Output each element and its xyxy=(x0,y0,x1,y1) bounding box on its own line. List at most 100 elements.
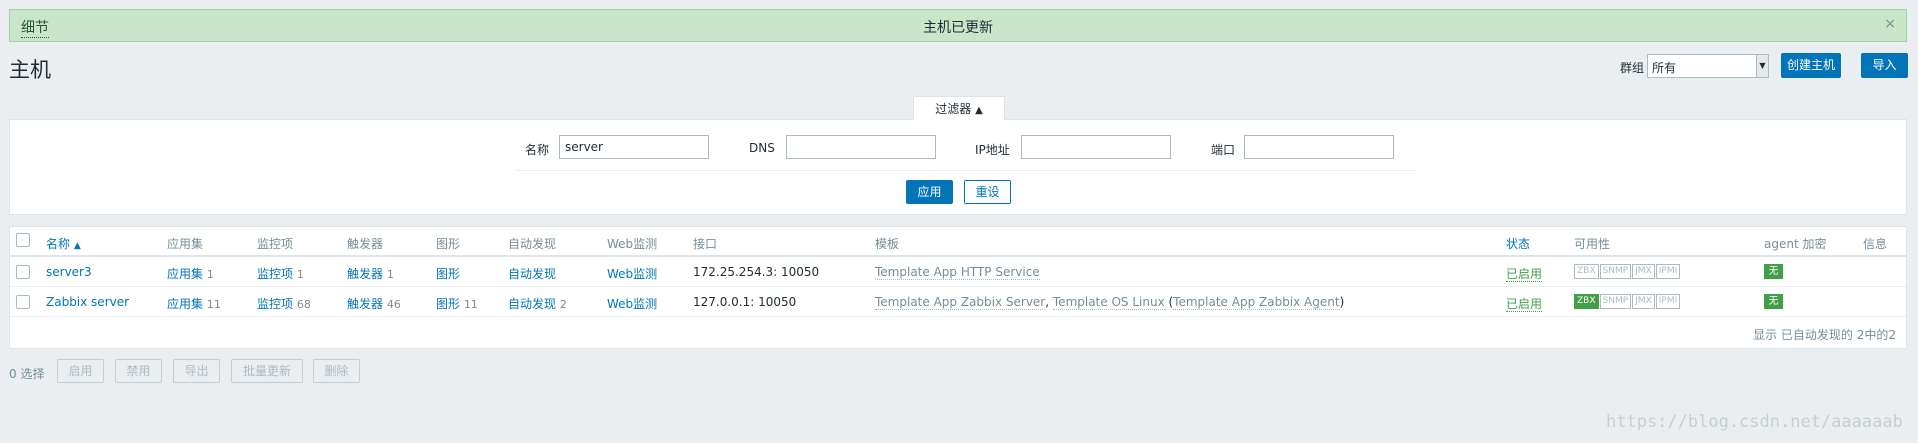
items-count: 68 xyxy=(296,298,311,311)
ip-filter-label: IP地址 xyxy=(975,143,1010,157)
apps-count: 1 xyxy=(206,268,214,281)
triggers-link[interactable]: 触发器 xyxy=(347,297,383,311)
dns-filter-label: DNS xyxy=(749,141,775,155)
page-title: 主机 xyxy=(9,58,51,82)
close-icon[interactable]: × xyxy=(1884,16,1896,32)
group-select[interactable]: 所有 ▼ xyxy=(1647,54,1769,78)
filter-collapse-icon: ▲ xyxy=(975,105,983,116)
jmx-badge: JMX xyxy=(1632,264,1655,279)
table-header: 名称 ▲ 应用集 监控项 触发器 图形 自动发现 Web监测 接口 模板 状态 … xyxy=(10,227,1906,257)
items-link[interactable]: 监控项 xyxy=(257,297,293,311)
triggers-count: 46 xyxy=(386,298,401,311)
graphs-count: 11 xyxy=(463,298,478,311)
create-host-button[interactable]: 创建主机 xyxy=(1781,53,1841,78)
column-name-label: 名称 xyxy=(46,237,71,251)
interface-value: 172.25.254.3: 10050 xyxy=(693,265,820,279)
zbx-badge: ZBX xyxy=(1574,264,1599,279)
availability-badges: ZBX SNMP JMX IPMI xyxy=(1574,264,1681,279)
ipmi-badge: IPMI xyxy=(1655,294,1681,309)
column-graphs: 图形 xyxy=(436,237,461,251)
template-link[interactable]: Template App Zabbix Server xyxy=(875,295,1046,310)
discovery-link[interactable]: 自动发现 xyxy=(508,267,556,281)
discovery-count: 2 xyxy=(559,298,567,311)
row-checkbox[interactable] xyxy=(16,265,30,279)
apps-count: 11 xyxy=(206,298,221,311)
hosts-table: 名称 ▲ 应用集 监控项 触发器 图形 自动发现 Web监测 接口 模板 状态 … xyxy=(9,226,1907,349)
items-link[interactable]: 监控项 xyxy=(257,267,293,281)
dns-filter-input[interactable] xyxy=(786,135,936,159)
column-items: 监控项 xyxy=(257,237,294,251)
delete-button[interactable]: 删除 xyxy=(313,359,360,383)
templates-list: Template App Zabbix Server, Template OS … xyxy=(875,295,1345,310)
group-select-value: 所有 xyxy=(1652,61,1677,75)
name-filter-label: 名称 xyxy=(525,143,550,157)
watermark: https://blog.csdn.net/aaaaaab xyxy=(1606,412,1903,432)
discovery-link[interactable]: 自动发现 xyxy=(508,297,556,311)
import-button[interactable]: 导入 xyxy=(1861,53,1908,78)
filter-divider xyxy=(516,170,1416,171)
triggers-count: 1 xyxy=(386,268,394,281)
snmp-badge: SNMP xyxy=(1599,294,1632,309)
column-discovery: 自动发现 xyxy=(508,237,557,251)
filter-tab[interactable]: 过滤器 ▲ xyxy=(913,96,1005,120)
column-status[interactable]: 状态 xyxy=(1506,235,1530,252)
encryption-badge: 无 xyxy=(1764,294,1783,309)
column-apps: 应用集 xyxy=(167,237,204,251)
column-interface: 接口 xyxy=(693,237,718,251)
column-info: 信息 xyxy=(1863,237,1888,251)
template-link[interactable]: Template OS Linux xyxy=(1052,295,1165,310)
encryption-badge: 无 xyxy=(1764,264,1783,279)
selected-count: 0 选择 xyxy=(9,367,45,381)
column-encryption: agent 加密 xyxy=(1764,237,1827,251)
table-row: Zabbix server 应用集 11 监控项 68 触发器 46 图形 11… xyxy=(10,287,1906,317)
column-availability: 可用性 xyxy=(1574,237,1611,251)
interface-value: 127.0.0.1: 10050 xyxy=(693,295,797,309)
disable-button[interactable]: 禁用 xyxy=(115,359,162,383)
enable-button[interactable]: 启用 xyxy=(57,359,104,383)
availability-badges: ZBX SNMP JMX IPMI xyxy=(1574,294,1681,309)
zbx-badge: ZBX xyxy=(1574,294,1599,309)
chevron-down-icon: ▼ xyxy=(1756,55,1768,77)
graphs-link[interactable]: 图形 xyxy=(436,267,460,281)
message-text: 主机已更新 xyxy=(923,20,993,36)
apply-button[interactable]: 应用 xyxy=(906,180,953,204)
column-name[interactable]: 名称 ▲ xyxy=(46,235,81,252)
triggers-link[interactable]: 触发器 xyxy=(347,267,383,281)
column-web: Web监测 xyxy=(607,237,658,251)
column-triggers: 触发器 xyxy=(347,237,384,251)
select-all-checkbox[interactable] xyxy=(16,233,30,247)
status-toggle[interactable]: 已启用 xyxy=(1506,267,1543,282)
template-paren-close: ) xyxy=(1339,295,1345,309)
jmx-badge: JMX xyxy=(1632,294,1655,309)
column-templates: 模板 xyxy=(875,237,900,251)
reset-button[interactable]: 重设 xyxy=(964,180,1011,204)
row-checkbox[interactable] xyxy=(16,295,30,309)
graphs-link[interactable]: 图形 xyxy=(436,297,460,311)
name-filter-input[interactable] xyxy=(559,135,709,159)
port-filter-label: 端口 xyxy=(1211,143,1236,157)
host-name-link[interactable]: Zabbix server xyxy=(46,295,129,309)
table-footer: 显示 已自动发现的 2中的2 xyxy=(1753,328,1896,342)
group-label: 群组 xyxy=(1620,61,1645,75)
snmp-badge: SNMP xyxy=(1599,264,1632,279)
ipmi-badge: IPMI xyxy=(1655,264,1681,279)
apps-link[interactable]: 应用集 xyxy=(167,297,203,311)
status-toggle[interactable]: 已启用 xyxy=(1506,297,1543,312)
template-paren-open: ( xyxy=(1164,295,1174,309)
mass-update-button[interactable]: 批量更新 xyxy=(231,359,303,383)
template-separator: , xyxy=(1045,295,1053,309)
template-link[interactable]: Template App Zabbix Agent xyxy=(1173,295,1340,310)
items-count: 1 xyxy=(296,268,304,281)
apps-link[interactable]: 应用集 xyxy=(167,267,203,281)
web-link[interactable]: Web监测 xyxy=(607,295,657,312)
export-button[interactable]: 导出 xyxy=(173,359,220,383)
message-bar: 细节 主机已更新 × xyxy=(9,9,1907,42)
template-link[interactable]: Template App HTTP Service xyxy=(875,265,1040,280)
web-link[interactable]: Web监测 xyxy=(607,265,657,282)
table-row: server3 应用集 1 监控项 1 触发器 1 图形 自动发现 Web监测 … xyxy=(10,257,1906,287)
sort-asc-icon: ▲ xyxy=(73,241,81,251)
filter-panel: 名称 DNS IP地址 端口 应用 重设 xyxy=(9,119,1907,215)
port-filter-input[interactable] xyxy=(1244,135,1394,159)
ip-filter-input[interactable] xyxy=(1021,135,1171,159)
host-name-link[interactable]: server3 xyxy=(46,265,92,279)
